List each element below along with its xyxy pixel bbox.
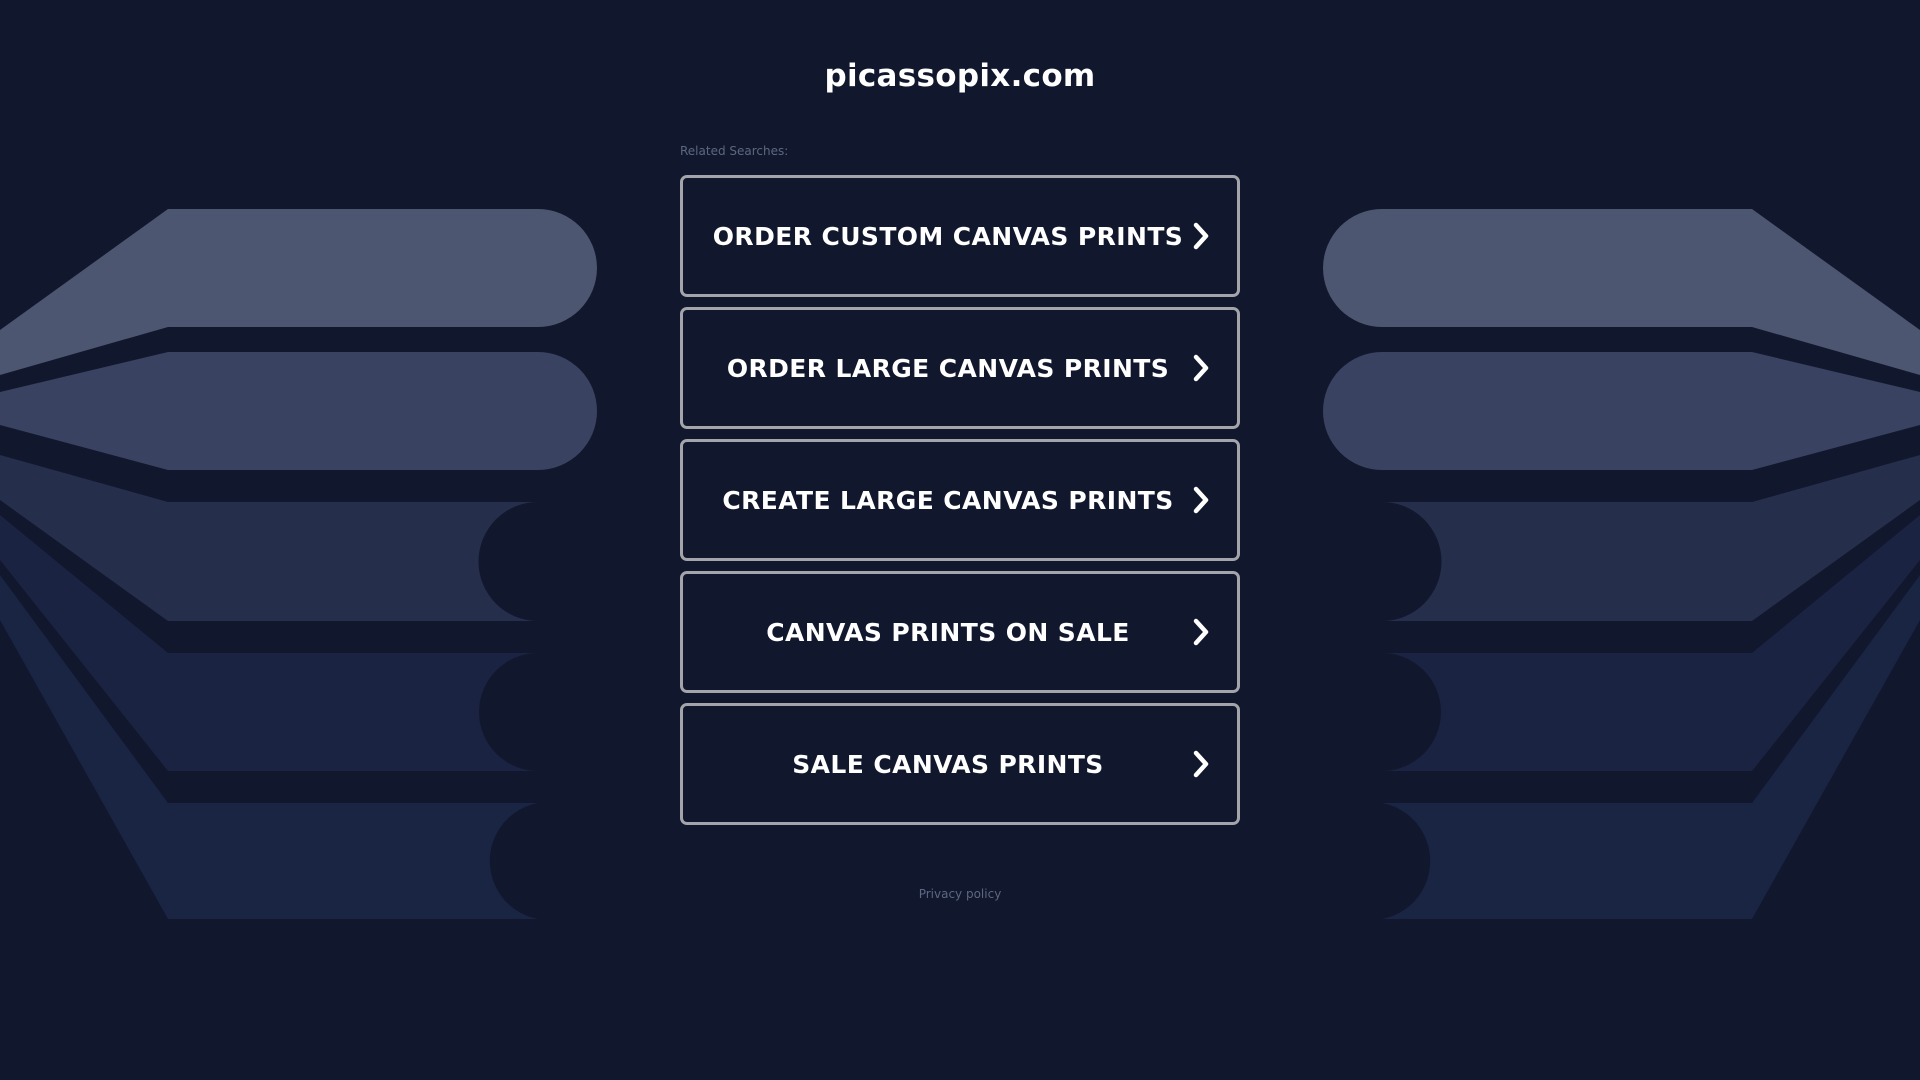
related-search-link[interactable]: CREATE LARGE CANVAS PRINTS [680, 439, 1240, 561]
related-search-label: SALE CANVAS PRINTS [792, 749, 1104, 779]
related-search-link[interactable]: CANVAS PRINTS ON SALE [680, 571, 1240, 693]
right-decoration [1323, 209, 1920, 919]
right-band-2 [1323, 352, 1920, 470]
right-band-1 [1323, 209, 1920, 375]
left-decoration [0, 209, 597, 919]
privacy-policy-link[interactable]: Privacy policy [680, 887, 1240, 901]
chevron-right-icon [1193, 618, 1209, 646]
related-search-link[interactable]: ORDER CUSTOM CANVAS PRINTS [680, 175, 1240, 297]
left-band-1 [0, 209, 597, 375]
related-search-label: ORDER CUSTOM CANVAS PRINTS [712, 221, 1184, 251]
parked-domain-page: picassopix.com Related Searches: ORDER C… [0, 0, 1920, 1080]
related-search-link[interactable]: ORDER LARGE CANVAS PRINTS [680, 307, 1240, 429]
related-searches-label: Related Searches: [680, 144, 789, 158]
related-searches-list: ORDER CUSTOM CANVAS PRINTS ORDER LARGE C… [680, 175, 1240, 835]
left-band-2 [0, 352, 597, 470]
related-search-label: CANVAS PRINTS ON SALE [766, 617, 1130, 647]
chevron-right-icon [1193, 750, 1209, 778]
chevron-right-icon [1193, 486, 1209, 514]
related-search-label: ORDER LARGE CANVAS PRINTS [726, 353, 1170, 383]
domain-title: picassopix.com [824, 58, 1096, 94]
related-search-link[interactable]: SALE CANVAS PRINTS [680, 703, 1240, 825]
chevron-right-icon [1193, 222, 1209, 250]
related-search-label: CREATE LARGE CANVAS PRINTS [722, 485, 1174, 515]
chevron-right-icon [1193, 354, 1209, 382]
